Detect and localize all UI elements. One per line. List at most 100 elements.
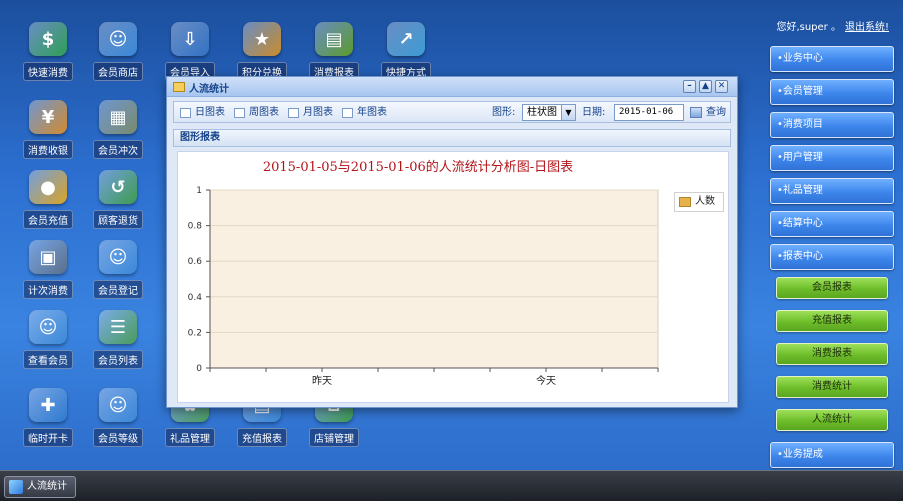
window-titlebar[interactable]: 人流统计 – ▲ ✕ (167, 77, 737, 97)
legend-label: 人数 (695, 196, 715, 207)
shape-select[interactable]: 柱状图 ▼ (522, 104, 576, 121)
calculator-icon: ▦ (99, 100, 137, 134)
member-list-icon: ☰ (99, 310, 137, 344)
user-import-icon: ⇩ (171, 22, 209, 56)
report-item[interactable]: 消费报表 (776, 343, 888, 365)
x-tick-label: 今天 (536, 374, 556, 387)
chart-svg: 0 0.2 0.4 0.6 0.8 1 昨天 今天 (188, 186, 659, 387)
calendar-icon (690, 107, 702, 118)
chart-icon (234, 108, 245, 118)
desktop-shortcut[interactable]: ▤ 消费报表 (302, 18, 366, 82)
greeting: 您好,super 。退出系统! (776, 18, 889, 33)
year-chart-button[interactable]: 年图表 (342, 105, 387, 121)
desktop-shortcut-label: 会员冲次 (93, 140, 143, 159)
desktop-shortcut-label: 查看会员 (23, 350, 73, 369)
desktop-shortcut-label: 计次消费 (23, 280, 73, 299)
desktop-shortcut-label: 顾客退货 (93, 210, 143, 229)
view-member-icon: ☺ (29, 310, 67, 344)
desktop-shortcut[interactable]: ☺ 会员商店 (86, 18, 150, 82)
desktop-shortcut[interactable]: ↗ 快捷方式 (374, 18, 438, 82)
desktop-shortcut[interactable]: ⇩ 会员导入 (158, 18, 222, 82)
panel-title: 图形报表 (173, 129, 731, 147)
day-chart-label: 日图表 (195, 107, 225, 118)
chart-toolbar: 日图表 周图表 月图表 年图表 图形: 柱状图 ▼ 日期: 2015-01-06 … (173, 101, 731, 123)
desktop-shortcut-label: 会员等级 (93, 428, 143, 447)
day-chart-button[interactable]: 日图表 (180, 105, 225, 121)
folder-icon (173, 82, 185, 92)
desktop-shortcut-label: 会员商店 (93, 62, 143, 81)
desktop-shortcut[interactable]: $ 快速消费 (16, 18, 80, 82)
query-label: 查询 (706, 107, 726, 118)
y-tick-label: 0.8 (188, 222, 203, 232)
week-chart-button[interactable]: 周图表 (234, 105, 279, 121)
shape-label: 图形: (492, 107, 516, 118)
desktop-shortcut[interactable]: ☺ 会员登记 (86, 236, 150, 300)
close-icon[interactable]: ✕ (715, 80, 728, 93)
report-item[interactable]: 充值报表 (776, 310, 888, 332)
shortcut-icon: ↗ (387, 22, 425, 56)
sidebar-item[interactable]: •用户管理 (770, 145, 894, 171)
desktop-shortcut[interactable]: ☰ 会员列表 (86, 306, 150, 370)
month-chart-button[interactable]: 月图表 (288, 105, 333, 121)
legend-swatch (679, 197, 691, 207)
chart-title: 2015-01-05与2015-01-06的人流统计分析图-日图表 (262, 160, 574, 175)
desktop-shortcut[interactable]: ¥ 消费收银 (16, 96, 80, 160)
count-consume-icon: ▣ (29, 240, 67, 274)
greeting-text: 您好,super 。 (776, 22, 841, 33)
sidebar-item[interactable]: •礼品管理 (770, 178, 894, 204)
taskbar: 人流统计 (0, 470, 903, 501)
taskbar-button[interactable]: 人流统计 (4, 476, 76, 498)
report-item[interactable]: 消费统计 (776, 376, 888, 398)
user-shop-icon: ☺ (99, 22, 137, 56)
week-chart-label: 周图表 (249, 107, 279, 118)
plot-background (209, 189, 659, 369)
month-chart-label: 月图表 (303, 107, 333, 118)
year-chart-label: 年图表 (357, 107, 387, 118)
stats-window: 人流统计 – ▲ ✕ 日图表 周图表 月图表 年图表 图形: 柱状图 ▼ 日期: … (166, 76, 738, 408)
desktop-shortcut[interactable]: ☺ 会员等级 (86, 384, 150, 448)
sidebar-menu: •业务中心 •会员管理 •消费项目 •用户管理 •礼品管理 •结算中心 •报表中心会员报表充… (770, 46, 894, 501)
coins-icon: ● (29, 170, 67, 204)
chart-icon (342, 108, 353, 118)
x-tick-label: 昨天 (312, 375, 332, 387)
desktop-shortcut[interactable]: ▣ 计次消费 (16, 236, 80, 300)
sidebar-item[interactable]: •业务中心 (770, 46, 894, 72)
date-input[interactable]: 2015-01-06 (614, 104, 684, 121)
desktop-shortcut-label: 消费收银 (23, 140, 73, 159)
desktop-shortcut-label: 会员登记 (93, 280, 143, 299)
report-item[interactable]: 人流统计 (776, 409, 888, 431)
y-tick-label: 0.4 (188, 293, 203, 303)
chevron-down-icon[interactable]: ▼ (561, 105, 575, 120)
app-icon (9, 480, 23, 494)
desktop-shortcut-label: 会员列表 (93, 350, 143, 369)
desktop-shortcut[interactable]: ☺ 查看会员 (16, 306, 80, 370)
member-level-icon: ☺ (99, 388, 137, 422)
sidebar-item[interactable]: •会员管理 (770, 79, 894, 105)
temp-card-icon: ✚ (29, 388, 67, 422)
desktop-shortcut[interactable]: ↺ 顾客退货 (86, 166, 150, 230)
report-item[interactable]: 会员报表 (776, 277, 888, 299)
legend: 人数 (674, 192, 724, 212)
y-tick-label: 0 (196, 364, 202, 374)
desktop-shortcut[interactable]: ● 会员充值 (16, 166, 80, 230)
maximize-icon[interactable]: ▲ (699, 80, 712, 93)
desktop-shortcut-label: 会员充值 (23, 210, 73, 229)
sidebar-item[interactable]: •报表中心 (770, 244, 894, 270)
logout-link[interactable]: 退出系统! (845, 22, 889, 33)
points-exchange-icon: ★ (243, 22, 281, 56)
desktop-shortcut-label: 充值报表 (237, 428, 287, 447)
sidebar-item[interactable]: •业务提成 (770, 442, 894, 468)
sidebar-item[interactable]: •消费项目 (770, 112, 894, 138)
desktop-shortcut[interactable]: ✚ 临时开卡 (16, 384, 80, 448)
sidebar-item[interactable]: •结算中心 (770, 211, 894, 237)
chart-icon (288, 108, 299, 118)
window-title: 人流统计 (189, 84, 229, 95)
desktop-shortcut-label: 礼品管理 (165, 428, 215, 447)
member-register-icon: ☺ (99, 240, 137, 274)
desktop-shortcut[interactable]: ▦ 会员冲次 (86, 96, 150, 160)
minimize-icon[interactable]: – (683, 80, 696, 93)
shape-select-value: 柱状图 (527, 107, 557, 118)
query-button[interactable]: 查询 (690, 104, 726, 121)
desktop-shortcut[interactable]: ★ 积分兑换 (230, 18, 294, 82)
date-label: 日期: (582, 107, 606, 118)
